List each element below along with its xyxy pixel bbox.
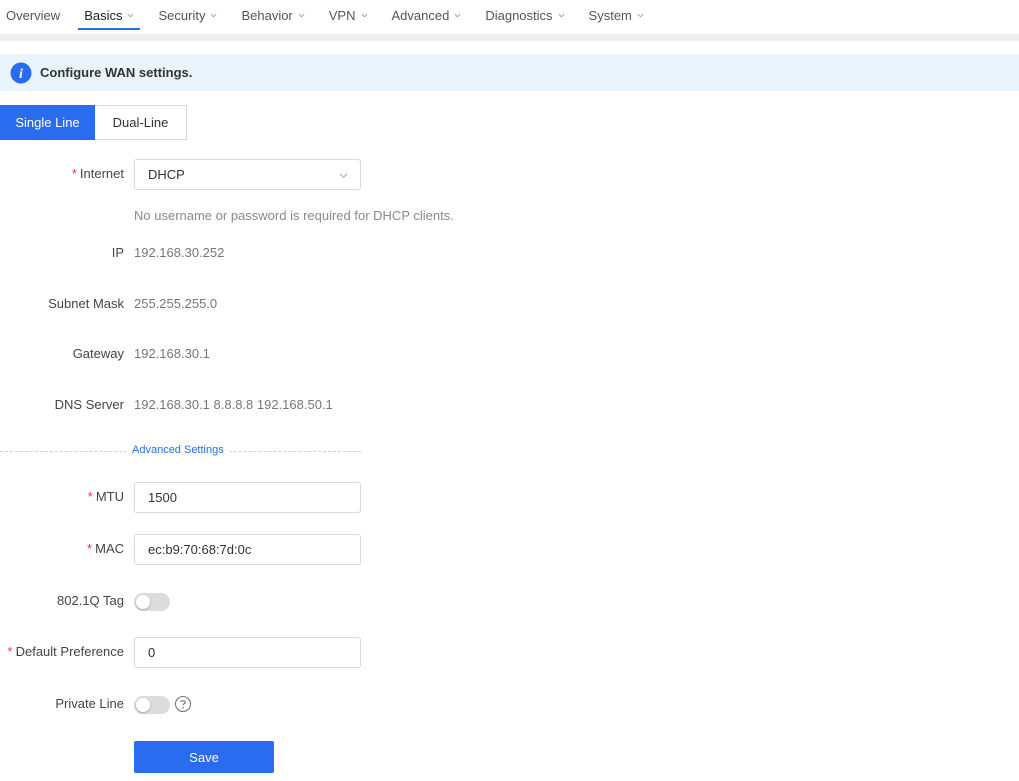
tab-vpn-label: VPN [328, 7, 356, 23]
banner-text: Configure WAN settings. [40, 65, 193, 80]
gateway-label: Gateway [72, 346, 124, 361]
chevron-down-icon [339, 173, 348, 178]
tab-dual-line[interactable]: Dual-Line [95, 105, 187, 140]
tab-security-label: Security [158, 7, 206, 23]
vlan-tag-label: 802.1Q Tag [57, 593, 124, 608]
tab-advanced[interactable]: Advanced [386, 0, 468, 30]
tab-single-line[interactable]: Single Line [0, 105, 95, 140]
mtu-label: * MTU [87, 489, 124, 504]
tab-vpn[interactable]: VPN [323, 0, 374, 30]
dns-server-label: DNS Server [54, 397, 124, 412]
ip-value: 192.168.30.252 [134, 245, 225, 260]
tab-diagnostics-label: Diagnostics [485, 7, 553, 23]
internet-hint: No username or password is required for … [134, 208, 454, 223]
required-mark: * [71, 166, 77, 181]
tab-system[interactable]: System [583, 0, 650, 30]
top-nav: Overview Basics Security Behavior VPN Ad… [0, 0, 1019, 34]
tab-overview-label: Overview [6, 7, 61, 23]
help-icon[interactable] [174, 695, 192, 713]
mac-field[interactable] [134, 534, 361, 565]
chevron-down-icon [128, 13, 134, 17]
private-line-toggle[interactable] [134, 696, 170, 714]
default-preference-input[interactable] [148, 645, 360, 660]
chevron-down-icon [454, 13, 461, 17]
private-line-label: Private Line [55, 696, 124, 711]
internet-type-value: DHCP [148, 167, 185, 182]
tab-diagnostics[interactable]: Diagnostics [479, 0, 570, 30]
default-preference-field[interactable] [134, 637, 361, 668]
advanced-settings-link[interactable]: Advanced Settings [126, 444, 230, 456]
chevron-down-icon [211, 13, 217, 17]
line-mode-tabs: Single Line Dual-Line [0, 105, 187, 140]
chevron-down-icon [298, 13, 305, 17]
save-button[interactable]: Save [134, 741, 274, 773]
info-icon: i [10, 62, 32, 83]
mtu-input[interactable] [148, 490, 360, 505]
tab-system-label: System [588, 7, 632, 23]
subnet-mask-label: Subnet Mask [48, 296, 124, 311]
toggle-knob [136, 698, 150, 712]
vlan-tag-toggle[interactable] [134, 593, 170, 611]
mac-label: * MAC [87, 541, 124, 556]
subnet-mask-value: 255.255.255.0 [134, 296, 218, 311]
toggle-knob [136, 595, 150, 609]
mtu-field[interactable] [134, 482, 361, 513]
mac-input[interactable] [148, 542, 360, 557]
tab-basics[interactable]: Basics [78, 0, 141, 30]
default-preference-label: * Default Preference [7, 644, 124, 659]
tab-basics-label: Basics [84, 7, 123, 23]
info-banner: i Configure WAN settings. [0, 54, 1019, 91]
gateway-value: 192.168.30.1 [134, 346, 210, 361]
chevron-down-icon [361, 13, 367, 17]
tab-behavior[interactable]: Behavior [235, 0, 310, 30]
tab-behavior-label: Behavior [241, 7, 293, 23]
chevron-down-icon [558, 13, 564, 17]
tab-overview[interactable]: Overview [0, 0, 66, 30]
ip-label: IP [111, 245, 124, 260]
tab-advanced-label: Advanced [391, 7, 450, 23]
internet-type-select[interactable]: DHCP [134, 159, 361, 190]
internet-label: * Internet [71, 166, 124, 181]
svg-text:i: i [19, 67, 23, 82]
tab-security[interactable]: Security [152, 0, 223, 30]
chevron-down-icon [637, 13, 644, 17]
dns-server-value: 192.168.30.1 8.8.8.8 192.168.50.1 [134, 397, 333, 412]
nav-divider-strip [0, 34, 1019, 41]
